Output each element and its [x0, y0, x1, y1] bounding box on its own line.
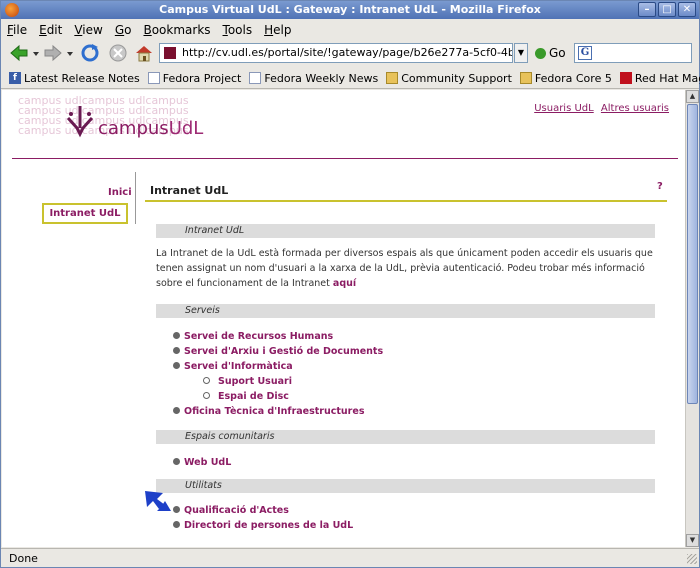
- page-icon: [147, 72, 160, 84]
- menu-file[interactable]: File: [7, 23, 27, 37]
- section-heading-espais: Espais comunitaris: [156, 430, 655, 444]
- sidebar-item-intranet[interactable]: Intranet UdL: [42, 203, 128, 224]
- google-search-icon: G: [578, 46, 592, 60]
- status-bar: Done: [1, 548, 699, 567]
- page-icon: [249, 72, 262, 84]
- bookmark-red-hat-magazine[interactable]: Red Hat Magazine: [619, 72, 700, 85]
- link-suport-usuari[interactable]: Suport Usuari: [218, 376, 292, 387]
- firefox-icon: [5, 3, 19, 17]
- home-icon[interactable]: [134, 43, 154, 63]
- bookmark-fedora-project[interactable]: Fedora Project: [147, 72, 241, 85]
- sidebar-item-inici[interactable]: Inici: [108, 187, 132, 198]
- back-arrow-icon[interactable]: [9, 43, 29, 63]
- site-favicon-icon: [164, 47, 176, 59]
- link-servei-informatica[interactable]: Servei d'Informàtica: [184, 361, 293, 372]
- forward-dropdown-icon[interactable]: [65, 43, 75, 63]
- bookmark-fedora-core-5[interactable]: Fedora Core 5: [519, 72, 612, 85]
- menu-edit[interactable]: Edit: [39, 23, 62, 37]
- logo-wordmark[interactable]: campusUdL: [98, 118, 203, 139]
- status-text: Done: [9, 552, 38, 565]
- folder-icon: [519, 72, 532, 84]
- url-input[interactable]: http://cv.udl.es/portal/site/!gateway/pa…: [159, 43, 513, 63]
- logo-campus: campus: [98, 118, 169, 139]
- resize-grip-icon[interactable]: [687, 554, 697, 564]
- scroll-up-icon[interactable]: ▲: [686, 90, 699, 103]
- menu-go[interactable]: Go: [115, 23, 132, 37]
- window-title: Campus Virtual UdL : Gateway : Intranet …: [159, 3, 541, 16]
- link-espai-de-disc[interactable]: Espai de Disc: [218, 391, 289, 402]
- url-history-dropdown[interactable]: ▼: [514, 43, 528, 63]
- browser-window: Campus Virtual UdL : Gateway : Intranet …: [0, 0, 700, 568]
- menu-view[interactable]: View: [74, 23, 102, 37]
- bookmark-latest-release-notes[interactable]: f Latest Release Notes: [9, 72, 140, 85]
- back-dropdown-icon[interactable]: [31, 43, 41, 63]
- search-input[interactable]: G: [574, 43, 692, 63]
- bullet: [173, 362, 180, 369]
- link-usuaris-udl[interactable]: Usuaris UdL: [534, 103, 594, 114]
- stop-icon[interactable]: [108, 43, 128, 63]
- close-button[interactable]: ✕: [678, 2, 696, 17]
- reload-icon[interactable]: [80, 43, 100, 63]
- bookmark-fedora-weekly-news[interactable]: Fedora Weekly News: [249, 72, 378, 85]
- scroll-down-icon[interactable]: ▼: [686, 534, 699, 547]
- scroll-thumb[interactable]: [687, 104, 698, 404]
- sub-bullet: [203, 392, 210, 399]
- top-links: Usuaris UdL Altres usuaris: [530, 103, 669, 114]
- sub-bullet: [203, 377, 210, 384]
- menu-bar: File Edit View Go Bookmarks Tools Help: [1, 20, 699, 39]
- intranet-description: La Intranet de la UdL està formada per d…: [156, 248, 653, 289]
- link-servei-recursos-humans[interactable]: Servei de Recursos Humans: [184, 331, 333, 342]
- bullet: [173, 407, 180, 414]
- go-arrow-icon: [535, 47, 546, 59]
- link-altres-usuaris[interactable]: Altres usuaris: [601, 103, 669, 114]
- link-oficina-tecnica[interactable]: Oficina Tècnica d'Infraestructures: [184, 406, 364, 417]
- menu-help[interactable]: Help: [264, 23, 291, 37]
- url-text: http://cv.udl.es/portal/site/!gateway/pa…: [182, 46, 512, 59]
- link-qualificacio-actes[interactable]: Qualificació d'Actes: [184, 505, 289, 516]
- link-servei-arxiu[interactable]: Servei d'Arxiu i Gestió de Documents: [184, 346, 383, 357]
- udl-logo-icon: [66, 106, 94, 138]
- fedora-icon: f: [9, 72, 21, 84]
- section-heading-utilitats: Utilitats: [156, 479, 655, 493]
- logo-udl: UdL: [168, 118, 204, 139]
- bullet: [173, 458, 180, 465]
- bookmarks-toolbar: f Latest Release Notes Fedora Project Fed…: [1, 68, 700, 89]
- folder-icon: [386, 72, 399, 84]
- help-link[interactable]: ?: [657, 181, 663, 192]
- bullet: [173, 521, 180, 528]
- sidebar-divider: [135, 172, 136, 224]
- minimize-button[interactable]: –: [638, 2, 656, 17]
- vertical-scrollbar[interactable]: ▲ ▼: [685, 90, 699, 547]
- bullet: [173, 347, 180, 354]
- link-aqui[interactable]: aquí: [333, 278, 356, 289]
- header-divider: [12, 158, 678, 159]
- section-heading-intranet: Intranet UdL: [156, 224, 655, 238]
- page-title: Intranet UdL: [150, 184, 229, 197]
- link-directori-persones[interactable]: Directori de persones de la UdL: [184, 520, 353, 531]
- go-button[interactable]: Go: [535, 44, 566, 62]
- title-underline: [145, 200, 667, 202]
- section-heading-serveis: Serveis: [156, 304, 655, 318]
- pointer-arrow-icon: [145, 491, 171, 511]
- menu-bookmarks[interactable]: Bookmarks: [143, 23, 210, 37]
- maximize-button[interactable]: □: [658, 2, 676, 17]
- bullet: [173, 506, 180, 513]
- title-bar: Campus Virtual UdL : Gateway : Intranet …: [1, 1, 699, 19]
- bullet: [173, 332, 180, 339]
- bookmark-community-support[interactable]: Community Support: [386, 72, 512, 85]
- page-content: campus udlcampus udlcampus campus udlcam…: [2, 90, 685, 547]
- link-web-udl[interactable]: Web UdL: [184, 457, 231, 468]
- menu-tools[interactable]: Tools: [223, 23, 253, 37]
- redhat-icon: [619, 72, 632, 84]
- forward-arrow-icon[interactable]: [43, 43, 63, 63]
